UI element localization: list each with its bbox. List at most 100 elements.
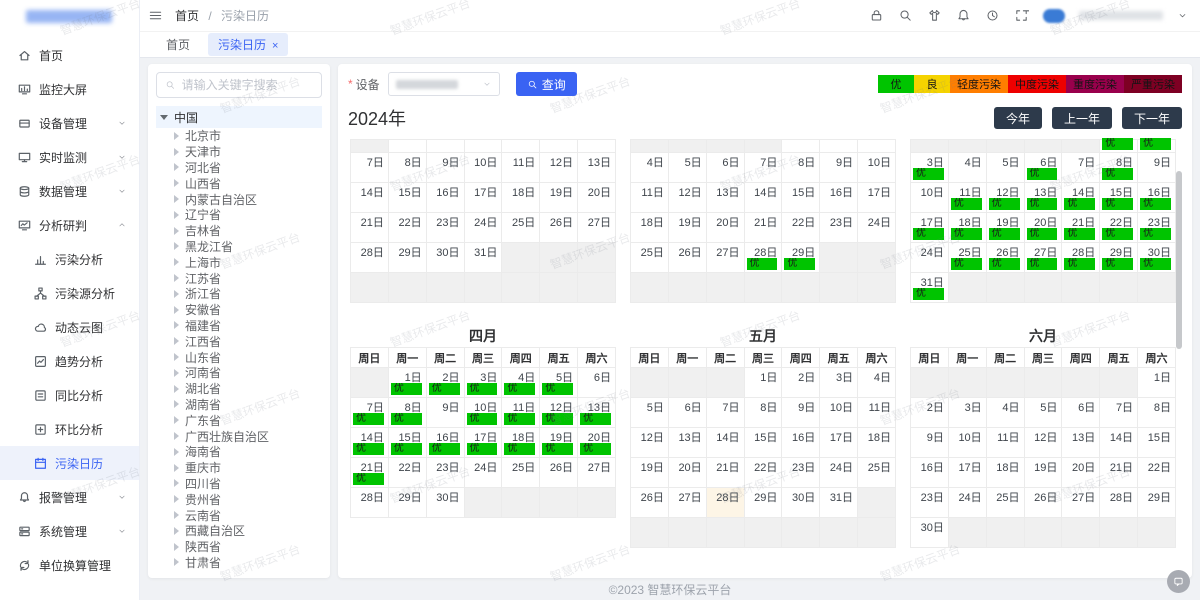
tree-item-province[interactable]: 甘肃省 — [156, 555, 322, 570]
lock-icon[interactable] — [869, 8, 884, 23]
day-cell[interactable]: 7日 — [706, 398, 744, 428]
day-cell[interactable]: 10日 — [820, 398, 858, 428]
day-cell[interactable]: 24日 — [820, 458, 858, 488]
tree-item-province[interactable]: 安徽省 — [156, 302, 322, 318]
day-cell[interactable]: 24日 — [858, 213, 896, 243]
tree-item-province[interactable]: 河北省 — [156, 160, 322, 176]
avatar[interactable] — [1043, 9, 1065, 23]
day-cell[interactable]: 8日 — [1138, 398, 1176, 428]
bell-icon[interactable] — [956, 8, 971, 23]
day-cell[interactable]: 11日 — [502, 153, 540, 183]
day-cell[interactable]: 14日优 — [351, 428, 389, 458]
tree-item-province[interactable]: 吉林省 — [156, 223, 322, 239]
day-cell[interactable] — [388, 140, 426, 153]
day-cell[interactable]: 10日 — [858, 153, 896, 183]
day-cell[interactable]: 17日优 — [464, 428, 502, 458]
day-cell[interactable]: 19日 — [668, 213, 706, 243]
day-cell[interactable]: 17日 — [948, 458, 986, 488]
day-cell[interactable]: 21日 — [351, 213, 389, 243]
sidebar-item-yoy-analysis[interactable]: 同比分析 — [0, 378, 139, 412]
day-cell[interactable]: 27日 — [578, 213, 616, 243]
day-cell[interactable]: 22日 — [744, 458, 782, 488]
tree-item-province[interactable]: 天津市 — [156, 144, 322, 160]
day-cell[interactable]: 18日优 — [502, 428, 540, 458]
sidebar-item-big-screen[interactable]: 监控大屏 — [0, 72, 139, 106]
tree-item-china[interactable]: 中国 — [156, 106, 322, 128]
day-cell[interactable]: 1日 — [1138, 368, 1176, 398]
sidebar-item-device-mgmt[interactable]: 设备管理 — [0, 106, 139, 140]
calendar-scrollbar[interactable] — [1176, 171, 1182, 349]
day-cell[interactable]: 16日优 — [1138, 183, 1176, 213]
day-cell[interactable]: 23日 — [426, 213, 464, 243]
sidebar-item-pollution-calendar[interactable]: 污染日历 — [0, 446, 139, 480]
day-cell[interactable]: 14日 — [351, 183, 389, 213]
day-cell[interactable]: 14日 — [744, 183, 782, 213]
day-cell[interactable]: 8日 — [744, 398, 782, 428]
day-cell[interactable]: 24日 — [464, 458, 502, 488]
day-cell[interactable]: 2日优 — [426, 368, 464, 398]
tab-close-icon[interactable]: × — [272, 40, 278, 52]
day-cell[interactable]: 17日 — [820, 428, 858, 458]
fullscreen-icon[interactable] — [1014, 8, 1029, 23]
day-cell[interactable]: 4日优 — [502, 368, 540, 398]
search-icon[interactable] — [898, 8, 913, 23]
day-cell[interactable]: 26日 — [1024, 488, 1062, 518]
day-cell[interactable]: 6日 — [706, 153, 744, 183]
day-cell[interactable]: 15日 — [744, 428, 782, 458]
day-cell[interactable]: 23日 — [820, 213, 858, 243]
day-cell[interactable]: 21日 — [744, 213, 782, 243]
tree-item-province[interactable]: 江西省 — [156, 333, 322, 349]
day-cell[interactable]: 6日优 — [1024, 153, 1062, 183]
day-cell[interactable]: 16日优 — [426, 428, 464, 458]
day-cell[interactable] — [426, 140, 464, 153]
day-cell[interactable]: 19日优 — [540, 428, 578, 458]
query-button[interactable]: 查询 — [516, 72, 577, 96]
sidebar-item-mom-analysis[interactable]: 环比分析 — [0, 412, 139, 446]
day-cell[interactable]: 24日 — [911, 243, 949, 273]
day-cell[interactable]: 16日 — [426, 183, 464, 213]
day-cell[interactable]: 25日 — [986, 488, 1024, 518]
day-cell[interactable]: 27日 — [706, 243, 744, 273]
day-cell[interactable]: 27日优 — [1024, 243, 1062, 273]
day-cell[interactable]: 28日 — [351, 488, 389, 518]
day-cell[interactable]: 11日优 — [502, 398, 540, 428]
tree-item-province[interactable]: 河南省 — [156, 365, 322, 381]
day-cell[interactable]: 11日 — [986, 428, 1024, 458]
day-cell[interactable]: 29日优 — [782, 243, 820, 273]
day-cell[interactable] — [502, 140, 540, 153]
day-cell[interactable]: 11日 — [631, 183, 669, 213]
day-cell[interactable]: 28日 — [706, 488, 744, 518]
day-cell[interactable]: 22日 — [1138, 458, 1176, 488]
sidebar-item-home[interactable]: 首页 — [0, 38, 139, 72]
day-cell[interactable]: 14日优 — [1062, 183, 1100, 213]
day-cell[interactable]: 11日 — [858, 398, 896, 428]
day-cell[interactable]: 5日 — [1024, 398, 1062, 428]
sidebar-item-dynamic-cloud-map[interactable]: 动态云图 — [0, 310, 139, 344]
prev-year-button[interactable]: 上一年 — [1052, 107, 1112, 129]
day-cell[interactable]: 24日 — [948, 488, 986, 518]
tree-item-province[interactable]: 福建省 — [156, 318, 322, 334]
day-cell[interactable]: 26日优 — [986, 243, 1024, 273]
this-year-button[interactable]: 今年 — [994, 107, 1042, 129]
day-cell[interactable]: 23日 — [911, 488, 949, 518]
day-cell[interactable]: 21日 — [1100, 458, 1138, 488]
day-cell[interactable]: 29日 — [744, 488, 782, 518]
day-cell[interactable]: 3日优 — [911, 153, 949, 183]
day-cell[interactable]: 26日 — [668, 243, 706, 273]
tree-item-province[interactable]: 海南省 — [156, 444, 322, 460]
day-cell[interactable]: 6日 — [668, 398, 706, 428]
day-cell[interactable]: 25日 — [502, 213, 540, 243]
day-cell[interactable] — [464, 140, 502, 153]
tree-item-province[interactable]: 湖北省 — [156, 381, 322, 397]
day-cell[interactable]: 31日 — [464, 243, 502, 273]
day-cell[interactable]: 26日 — [631, 488, 669, 518]
day-cell[interactable]: 8日优 — [1100, 153, 1138, 183]
day-cell[interactable]: 16日 — [911, 458, 949, 488]
day-cell[interactable]: 31日优 — [911, 273, 949, 303]
day-cell[interactable]: 2日 — [911, 398, 949, 428]
day-cell[interactable]: 15日 — [1138, 428, 1176, 458]
day-cell[interactable]: 26日 — [540, 213, 578, 243]
day-cell[interactable]: 18日优 — [948, 213, 986, 243]
tree-item-province[interactable]: 陕西省 — [156, 539, 322, 555]
sidebar-item-analysis-judge[interactable]: 分析研判 — [0, 208, 139, 242]
